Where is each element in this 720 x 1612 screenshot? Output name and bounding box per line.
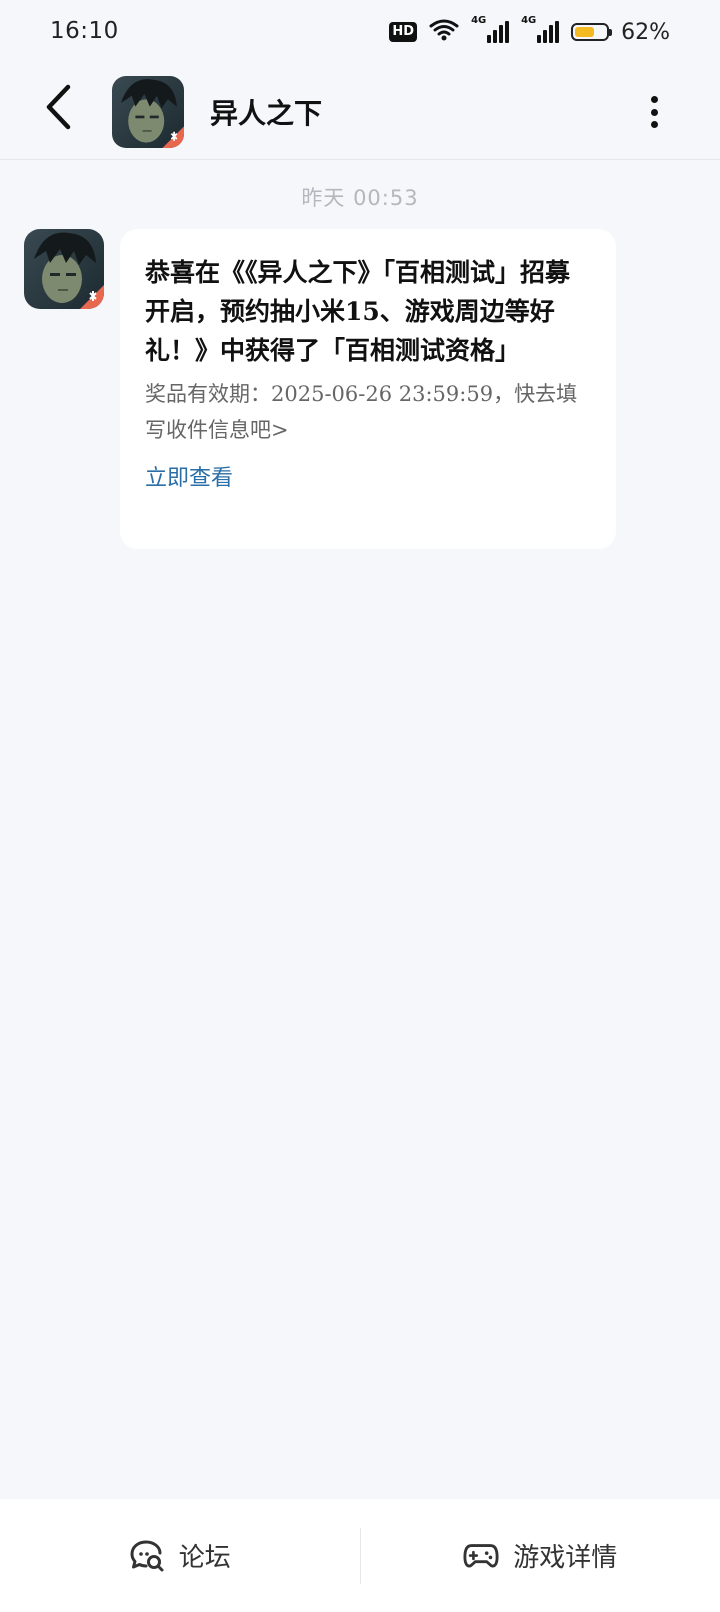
page-title: 异人之下 bbox=[210, 97, 323, 130]
forum-tab[interactable]: 论坛 bbox=[0, 1499, 360, 1612]
chevron-left-icon bbox=[43, 84, 73, 134]
message-title: 恭喜在《《异人之下》「百相测试」招募开启，预约抽小米15、游戏周边等好礼！》中获… bbox=[145, 258, 571, 365]
signal-sim2-icon: 4G bbox=[521, 15, 560, 43]
game-avatar[interactable] bbox=[112, 76, 184, 148]
message-description[interactable]: 奖品有效期：2025-06-26 23:59:59，快去填写收件信息吧> bbox=[145, 376, 592, 448]
battery-percent: 62% bbox=[621, 19, 670, 45]
status-bar: 16:10 HD 4G 4G 62% bbox=[0, 0, 720, 66]
more-options-button[interactable] bbox=[644, 92, 664, 132]
battery-fill bbox=[575, 27, 594, 37]
game-details-label: 游戏详情 bbox=[513, 1543, 618, 1573]
chat-header: 异人之下 bbox=[0, 66, 720, 160]
forum-label: 论坛 bbox=[178, 1543, 231, 1573]
game-details-tab[interactable]: 游戏详情 bbox=[361, 1499, 720, 1612]
more-vertical-icon bbox=[650, 96, 658, 103]
chat-search-icon bbox=[129, 1538, 165, 1574]
battery-icon bbox=[571, 23, 613, 41]
hd-icon: HD bbox=[389, 22, 418, 42]
status-time: 16:10 bbox=[50, 18, 119, 44]
view-now-link[interactable]: 立即查看 bbox=[145, 460, 592, 492]
sender-avatar[interactable] bbox=[24, 229, 104, 309]
game-character-image bbox=[112, 76, 184, 148]
game-character-image bbox=[24, 229, 104, 309]
bottom-nav: 论坛 游戏详情 bbox=[0, 1499, 720, 1612]
message-bubble[interactable]: 恭喜在《《异人之下》「百相测试」招募开启，预约抽小米15、游戏周边等好礼！》中获… bbox=[120, 229, 616, 549]
signal-sim1-icon: 4G bbox=[471, 15, 510, 43]
status-icons: HD 4G 4G 62% bbox=[389, 15, 670, 46]
gamepad-icon bbox=[463, 1538, 499, 1574]
message-timestamp: 昨天 00:53 bbox=[301, 186, 419, 210]
wifi-icon bbox=[429, 18, 459, 46]
back-button[interactable] bbox=[36, 82, 80, 136]
